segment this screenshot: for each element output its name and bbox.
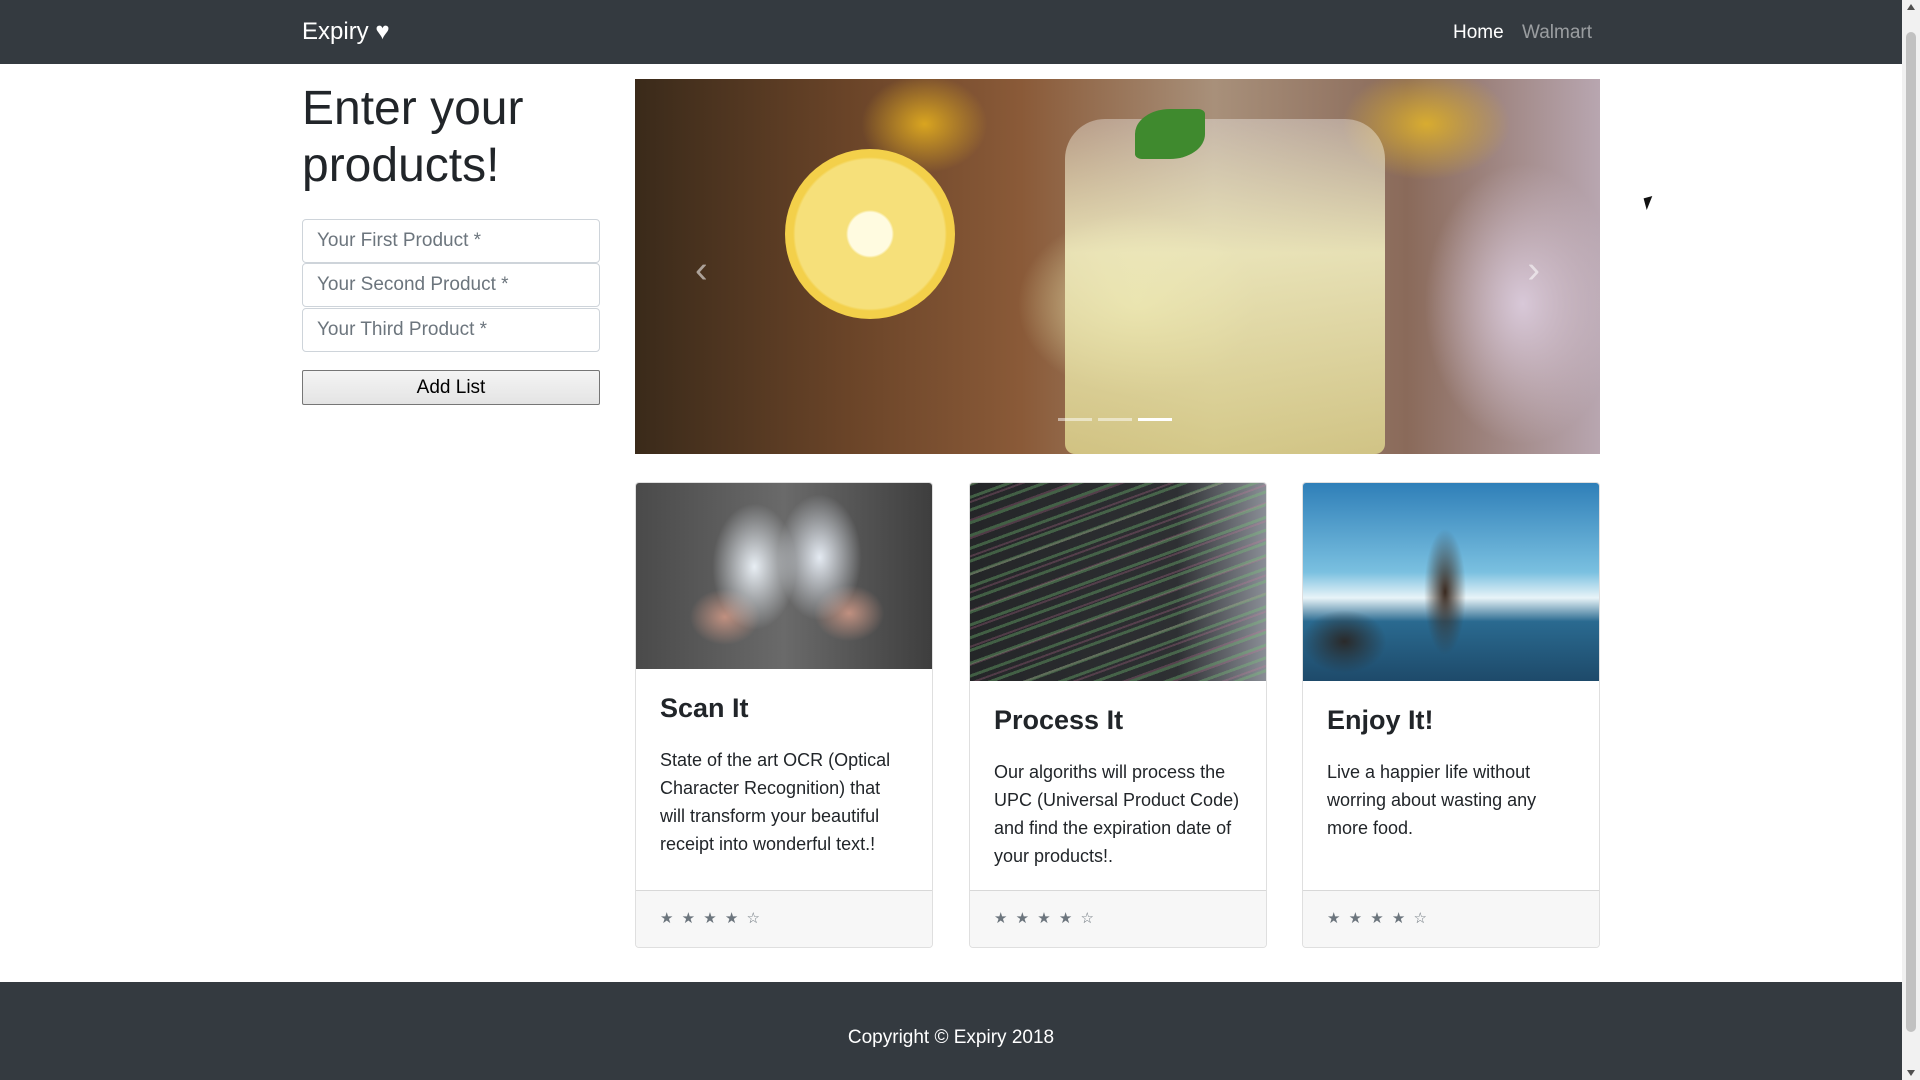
image-carousel: ‹ › <box>635 79 1600 454</box>
second-product-input[interactable] <box>302 263 600 307</box>
carousel-slide-image-lemonade <box>1065 119 1385 454</box>
vertical-scrollbar[interactable] <box>1902 0 1920 1080</box>
card-image-beach <box>1303 483 1599 681</box>
third-product-input[interactable] <box>302 308 600 352</box>
carousel-next-icon[interactable]: › <box>1527 249 1540 292</box>
first-product-input[interactable] <box>302 219 600 263</box>
add-list-button[interactable]: Add List <box>302 370 600 405</box>
scroll-up-icon[interactable] <box>1907 4 1915 10</box>
card-enjoy-it: Enjoy It! Live a happier life without wo… <box>1302 482 1600 948</box>
card-title: Enjoy It! <box>1327 705 1434 735</box>
page-footer: Copyright © Expiry 2018 <box>0 982 1902 1080</box>
carousel-indicator-3[interactable] <box>1138 418 1172 421</box>
nav-link-walmart[interactable]: Walmart <box>1522 22 1592 44</box>
carousel-slide-image-lemon <box>785 149 955 319</box>
card-title: Process It <box>994 705 1124 735</box>
card-body: Process It Our algoriths will process th… <box>970 681 1266 870</box>
card-title: Scan It <box>660 693 749 723</box>
carousel-indicator-2[interactable] <box>1098 418 1132 421</box>
card-body: Enjoy It! Live a happier life without wo… <box>1303 681 1599 842</box>
scrollbar-thumb[interactable] <box>1906 32 1916 1032</box>
carousel-indicators <box>1058 418 1172 421</box>
mouse-cursor-icon <box>1643 196 1656 210</box>
card-text: Live a happier life without worring abou… <box>1327 762 1537 838</box>
card-rating: ★ ★ ★ ★ ☆ <box>1303 890 1599 947</box>
card-rating: ★ ★ ★ ★ ☆ <box>636 890 932 947</box>
carousel-indicator-1[interactable] <box>1058 418 1092 421</box>
brand-logo[interactable]: Expiry ♥ <box>302 18 390 46</box>
carousel-slide-image-mint <box>1135 109 1205 159</box>
carousel-prev-icon[interactable]: ‹ <box>695 249 708 292</box>
card-scan-it: Scan It State of the art OCR (Optical Ch… <box>635 482 933 948</box>
card-process-it: Process It Our algoriths will process th… <box>969 482 1267 948</box>
scroll-down-icon[interactable] <box>1907 1070 1915 1076</box>
card-image-code <box>970 483 1266 681</box>
navbar: Expiry ♥ Home Walmart <box>0 0 1902 64</box>
card-image-receipt <box>636 483 932 669</box>
card-body: Scan It State of the art OCR (Optical Ch… <box>636 669 932 858</box>
page-title: Enter your products! <box>302 82 524 192</box>
card-rating: ★ ★ ★ ★ ☆ <box>970 890 1266 947</box>
copyright-text: Copyright © Expiry 2018 <box>847 1027 1055 1048</box>
card-text: Our algoriths will process the UPC (Univ… <box>994 762 1240 866</box>
card-text: State of the art OCR (Optical Character … <box>660 750 891 854</box>
nav-link-home[interactable]: Home <box>1453 22 1504 44</box>
